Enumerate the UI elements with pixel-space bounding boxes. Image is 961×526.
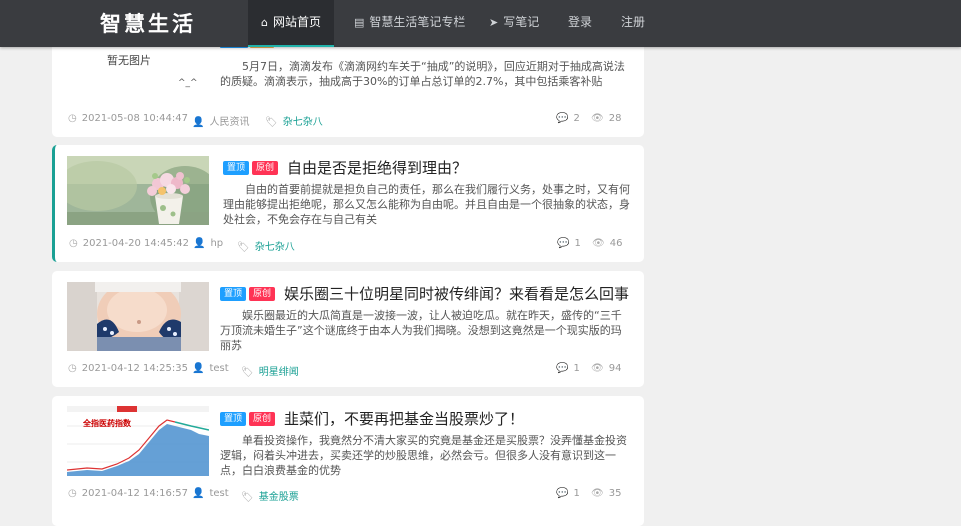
- post-author[interactable]: hp: [210, 238, 223, 249]
- post-thumbnail[interactable]: [67, 156, 209, 225]
- eye-icon: 👁: [591, 488, 604, 499]
- nav-write-note-label: 写笔记: [503, 15, 540, 29]
- post-summary: 5月7日，滴滴发布《滴滴网约车关于“抽成”的说明》，回应近期对于抽成高说法的质疑…: [220, 60, 625, 88]
- eye-icon: 👁: [591, 363, 604, 374]
- post-meta: ◷ 2021-04-12 14:16:57 👤 test 🏷 基金股票 💬 1 👁 35: [68, 488, 628, 503]
- eye-icon: 👁: [592, 238, 605, 249]
- original-badge: 原创: [249, 412, 276, 426]
- view-count: 46: [609, 238, 623, 249]
- nav-login-label: 登录: [568, 15, 593, 29]
- tag-icon: 🏷: [265, 117, 278, 128]
- post-card[interactable]: 置顶 原创 自由是否是拒绝得到理由？ 自由的首要前提就是担负自己的责任，那么在我们履…: [52, 145, 644, 262]
- nav-register[interactable]: 注册: [608, 0, 658, 47]
- original-badge: 原创: [252, 161, 279, 175]
- comment-icon: 💬: [557, 238, 570, 249]
- comment-icon: 💬: [556, 488, 569, 499]
- view-count: 35: [608, 488, 622, 499]
- nav-register-label: 注册: [621, 15, 646, 29]
- post-summary: 娱乐圈最近的大瓜简直是一波接一波，让人被迫吃瓜。就在昨天，盛传的“三千万顶流未婚…: [220, 309, 622, 352]
- post-author[interactable]: test: [209, 363, 228, 374]
- nav-home-label: 网站首页: [272, 15, 321, 29]
- clock-icon: ◷: [68, 488, 77, 499]
- comment-count: 2: [573, 113, 580, 124]
- post-category[interactable]: 基金股票: [259, 492, 299, 503]
- user-icon: 👤: [192, 117, 205, 128]
- tag-icon: 🏷: [241, 492, 254, 503]
- paper-plane-icon: ➤: [489, 16, 499, 29]
- nav-notes-column[interactable]: ▤ 智慧生活笔记专栏: [341, 0, 478, 47]
- post-title[interactable]: 自由是否是拒绝得到理由？: [287, 159, 467, 177]
- original-badge: 原创: [249, 287, 276, 301]
- post-meta: ◷ 2021-04-20 14:45:42 👤 hp 🏷 杂七杂八 💬 1 👁 46: [69, 238, 629, 253]
- post-title-row: 置顶 原创 娱乐圈三十位明星同时被传绯闻？来看看是怎么回事: [220, 283, 629, 304]
- flower-pot-image: [67, 156, 209, 225]
- fund-chart-label: 全指医药指数: [83, 419, 131, 428]
- post-category[interactable]: 杂七杂八: [283, 117, 323, 128]
- fund-chart-image: [67, 406, 209, 476]
- post-thumbnail[interactable]: [67, 282, 209, 351]
- post-author[interactable]: 人民资讯: [209, 117, 249, 128]
- no-image-text: 暂无图片: [107, 54, 151, 67]
- comment-icon: 💬: [556, 113, 569, 124]
- post-card[interactable]: 全指医药指数 置顶 原创 韭菜们，不要再把基金当股票炒了！ 单看投资操作，我竟然分不…: [52, 396, 644, 526]
- tag-icon: 🏷: [237, 242, 250, 253]
- post-summary: 自由的首要前提就是担负自己的责任，那么在我们履行义务，处事之时，又有何理由能够提…: [223, 183, 630, 226]
- nav-login[interactable]: 登录: [555, 0, 605, 47]
- nav-notes-column-label: 智慧生活笔记专栏: [369, 15, 466, 29]
- nav-write-note[interactable]: ➤ 写笔记: [476, 0, 552, 47]
- pinned-badge: 置顶: [220, 287, 247, 301]
- post-author[interactable]: test: [209, 488, 228, 499]
- clock-icon: ◷: [68, 113, 77, 124]
- top-navbar: 智慧生活 ⌂ 网站首页 ▤ 智慧生活笔记专栏 ➤ 写笔记 登录 注册: [0, 0, 961, 47]
- post-thumbnail-placeholder[interactable]: 暂无图片 ^_^: [67, 40, 209, 100]
- view-count: 28: [608, 113, 622, 124]
- user-icon: 👤: [192, 363, 205, 374]
- post-date: 2021-04-12 14:16:57: [81, 488, 188, 499]
- post-title[interactable]: 韭菜们，不要再把基金当股票炒了！: [284, 410, 524, 428]
- post-category[interactable]: 明星绯闻: [259, 367, 299, 378]
- pinned-badge: 置顶: [220, 412, 247, 426]
- post-title[interactable]: 娱乐圈三十位明星同时被传绯闻？来看看是怎么回事: [284, 285, 629, 303]
- post-title-row: 置顶 原创 自由是否是拒绝得到理由？: [223, 157, 467, 178]
- post-date: 2021-04-12 14:25:35: [81, 363, 188, 374]
- post-category[interactable]: 杂七杂八: [255, 242, 295, 253]
- placeholder-face: ^_^: [178, 78, 198, 88]
- comment-count: 1: [573, 363, 580, 374]
- comment-icon: 💬: [556, 363, 569, 374]
- comment-count: 1: [573, 488, 580, 499]
- post-thumbnail[interactable]: 全指医药指数: [67, 406, 209, 476]
- clock-icon: ◷: [68, 363, 77, 374]
- eye-icon: 👁: [591, 113, 604, 124]
- pinned-badge: 置顶: [223, 161, 250, 175]
- view-count: 94: [608, 363, 622, 374]
- post-summary: 单看投资操作，我竟然分不清大家买的究竟是基金还是买股票？没弄懂基金投资逻辑，闷着…: [220, 434, 627, 477]
- post-card[interactable]: 置顶 原创 娱乐圈三十位明星同时被传绯闻？来看看是怎么回事 娱乐圈最近的大瓜简直是一…: [52, 271, 644, 387]
- nav-home[interactable]: ⌂ 网站首页: [248, 0, 334, 47]
- post-date: 2021-04-20 14:45:42: [82, 238, 189, 249]
- site-logo[interactable]: 智慧生活: [100, 8, 196, 38]
- post-meta: ◷ 2021-04-12 14:25:35 👤 test 🏷 明星绯闻 💬 1 👁 94: [68, 363, 628, 378]
- tag-icon: 🏷: [241, 367, 254, 378]
- home-icon: ⌂: [261, 16, 268, 29]
- document-icon: ▤: [354, 16, 365, 29]
- post-date: 2021-05-08 10:44:47: [81, 113, 188, 124]
- user-icon: 👤: [192, 488, 205, 499]
- post-meta: ◷ 2021-05-08 10:44:47 👤 人民资讯 🏷 杂七杂八 💬 2 👁 28: [68, 113, 628, 128]
- clock-icon: ◷: [69, 238, 78, 249]
- user-icon: 👤: [193, 238, 206, 249]
- pregnant-belly-image: [67, 282, 209, 351]
- comment-count: 1: [574, 238, 581, 249]
- post-title-row: 置顶 原创 韭菜们，不要再把基金当股票炒了！: [220, 408, 524, 429]
